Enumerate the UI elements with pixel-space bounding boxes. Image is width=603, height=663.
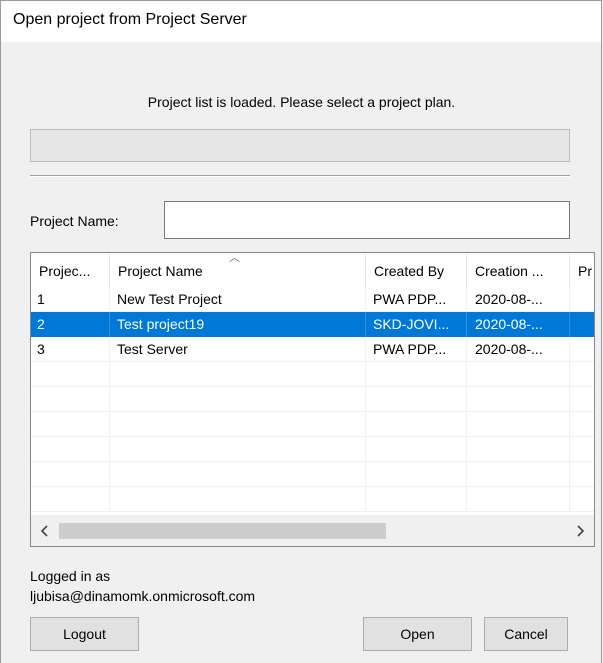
table-row[interactable]: 1 New Test Project PWA PDP... 2020-08-..… xyxy=(31,287,594,312)
empty-cell xyxy=(31,387,570,412)
sort-ascending-icon: ︿ xyxy=(229,253,240,264)
column-header-project-extra[interactable]: Pr xyxy=(570,253,594,287)
column-header-project-name-label: Project Name xyxy=(118,263,203,279)
table-row[interactable]: 3 Test Server PWA PDP... 2020-08-... xyxy=(31,337,594,362)
cell-creation-date: 2020-08-... xyxy=(467,287,570,312)
login-info: Logged in as ljubisa@dinamomk.onmicrosof… xyxy=(30,566,255,606)
user-email: ljubisa@dinamomk.onmicrosoft.com xyxy=(30,588,256,604)
window-title: Open project from Project Server xyxy=(13,11,247,28)
cell-project-name: New Test Project xyxy=(110,287,366,312)
cancel-button[interactable]: Cancel xyxy=(484,617,568,651)
empty-cell xyxy=(31,487,570,512)
cell-created-by: PWA PDP... xyxy=(366,337,467,362)
cell-project-id: 1 xyxy=(31,287,110,312)
empty-row xyxy=(31,387,594,412)
empty-cell xyxy=(31,362,570,387)
logout-button[interactable]: Logout xyxy=(30,617,139,651)
cell-created-by: PWA PDP... xyxy=(366,287,467,312)
cell-created-by: SKD-JOVI... xyxy=(366,312,467,337)
status-message: Project list is loaded. Please select a … xyxy=(147,94,456,110)
cell-project-name: Test project19 xyxy=(110,312,366,337)
column-header-project-id[interactable]: Projec... xyxy=(31,253,110,287)
scrollbar-thumb[interactable] xyxy=(59,523,386,539)
project-name-input[interactable] xyxy=(164,201,570,239)
title-bar: Open project from Project Server xyxy=(0,0,602,42)
horizontal-scrollbar[interactable] xyxy=(31,515,594,546)
logged-in-label: Logged in as xyxy=(30,568,111,584)
progress-bar xyxy=(30,129,570,162)
table-row-selected[interactable]: 2 Test project19 SKD-JOVI... 2020-08-... xyxy=(31,312,594,337)
list-header: Projec... Project Name ︿ Created By Crea… xyxy=(31,253,594,287)
column-header-created-by[interactable]: Created By xyxy=(366,253,467,287)
chevron-left-icon[interactable] xyxy=(31,516,59,546)
empty-cell xyxy=(31,462,570,487)
cell-project-id: 3 xyxy=(31,337,110,362)
project-list[interactable]: Projec... Project Name ︿ Created By Crea… xyxy=(30,252,595,547)
empty-cell xyxy=(31,412,570,437)
cell-creation-date: 2020-08-... xyxy=(467,337,570,362)
empty-row xyxy=(31,362,594,387)
column-header-project-name[interactable]: Project Name ︿ xyxy=(110,253,366,287)
cell-creation-date: 2020-08-... xyxy=(467,312,570,337)
column-header-creation-date[interactable]: Creation ... xyxy=(467,253,570,287)
cell-project-id: 2 xyxy=(31,312,110,337)
empty-cell xyxy=(31,437,570,462)
open-button[interactable]: Open xyxy=(363,617,472,651)
empty-row xyxy=(31,412,594,437)
project-name-label: Project Name: xyxy=(30,213,119,229)
empty-row xyxy=(31,487,594,512)
chevron-right-icon[interactable] xyxy=(566,516,594,546)
separator-line xyxy=(30,175,570,177)
empty-row xyxy=(31,462,594,487)
cell-project-name: Test Server xyxy=(110,337,366,362)
empty-row xyxy=(31,437,594,462)
